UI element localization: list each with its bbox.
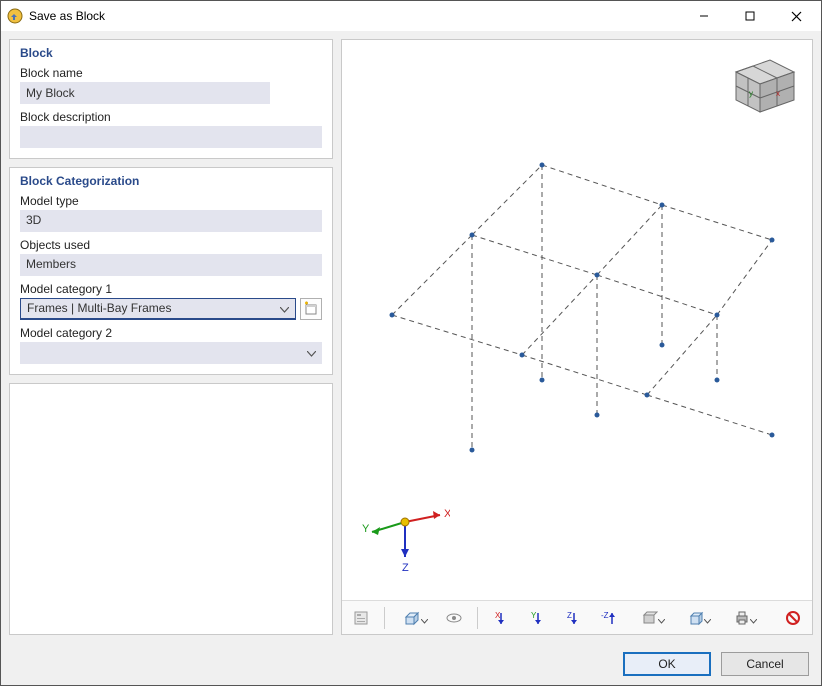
toolbar-print-dropdown[interactable]: [724, 606, 760, 630]
chevron-down-icon: [750, 613, 757, 627]
block-name-input[interactable]: [20, 82, 270, 104]
toolbar-sheet-button[interactable]: [348, 606, 374, 630]
svg-text:-Z: -Z: [601, 611, 609, 620]
toolbar-views-dropdown[interactable]: [395, 606, 431, 630]
ok-button[interactable]: OK: [623, 652, 711, 676]
viewport-frame: y x X Y: [341, 39, 813, 635]
new-category-button[interactable]: [300, 298, 322, 320]
toolbar-cube-dropdown[interactable]: [678, 606, 714, 630]
block-name-label: Block name: [20, 66, 322, 80]
svg-text:Y: Y: [362, 523, 370, 535]
toolbar-z-axis-button[interactable]: Z: [560, 606, 586, 630]
chevron-down-icon: [421, 613, 428, 627]
svg-text:Y: Y: [531, 611, 537, 620]
dialog-body: Block Block name Block description Block…: [1, 31, 821, 643]
block-desc-input[interactable]: [20, 126, 322, 148]
left-column: Block Block name Block description Block…: [9, 39, 333, 635]
close-button[interactable]: [773, 1, 819, 31]
window-buttons: [681, 1, 819, 31]
window-title: Save as Block: [29, 9, 681, 23]
block-panel: Block Block name Block description: [9, 39, 333, 159]
maximize-button[interactable]: [727, 1, 773, 31]
category1-label: Model category 1: [20, 282, 322, 296]
category2-dropdown[interactable]: [20, 342, 322, 364]
objects-used-value: Members: [20, 254, 322, 276]
chevron-down-icon: [307, 346, 316, 360]
right-column: y x X Y: [341, 39, 813, 635]
chevron-down-icon: [658, 613, 665, 627]
empty-panel: [9, 383, 333, 635]
block-desc-label: Block description: [20, 110, 322, 124]
svg-text:X: X: [495, 611, 501, 620]
cancel-button[interactable]: Cancel: [721, 652, 809, 676]
toolbar-eye-button[interactable]: [441, 606, 467, 630]
chevron-down-icon: [704, 613, 711, 627]
category1-dropdown[interactable]: Frames | Multi-Bay Frames: [20, 298, 296, 320]
svg-text:X: X: [444, 508, 450, 520]
model-type-value: 3D: [20, 210, 322, 232]
coordinate-system-gizmo: X Y Z: [360, 497, 450, 580]
window: Save as Block Block Block name Block des…: [0, 0, 822, 686]
svg-text:x: x: [776, 89, 780, 98]
model-viewport[interactable]: y x X Y: [342, 40, 812, 600]
toolbar-x-axis-button[interactable]: X: [488, 606, 514, 630]
app-icon: [7, 8, 23, 24]
svg-text:Z: Z: [402, 562, 409, 574]
model-type-label: Model type: [20, 194, 322, 208]
category1-value: Frames | Multi-Bay Frames: [27, 301, 171, 315]
category2-label: Model category 2: [20, 326, 322, 340]
toolbar-display-dropdown[interactable]: [632, 606, 668, 630]
categorization-panel: Block Categorization Model type 3D Objec…: [9, 167, 333, 375]
objects-used-label: Objects used: [20, 238, 322, 252]
toolbar-close-preview-button[interactable]: [780, 606, 806, 630]
toolbar-separator: [384, 607, 385, 629]
viewport-toolbar: X Y Z -Z: [342, 600, 812, 634]
svg-text:Z: Z: [567, 611, 572, 620]
chevron-down-icon: [280, 302, 289, 316]
titlebar: Save as Block: [1, 1, 821, 31]
minimize-button[interactable]: [681, 1, 727, 31]
toolbar-separator: [477, 607, 478, 629]
toolbar-neg-z-axis-button[interactable]: -Z: [596, 606, 622, 630]
svg-text:y: y: [749, 89, 753, 98]
block-panel-title: Block: [20, 46, 322, 60]
toolbar-y-axis-button[interactable]: Y: [524, 606, 550, 630]
dialog-footer: OK Cancel: [1, 643, 821, 685]
nav-cube[interactable]: y x: [724, 50, 802, 123]
categorization-panel-title: Block Categorization: [20, 174, 322, 188]
